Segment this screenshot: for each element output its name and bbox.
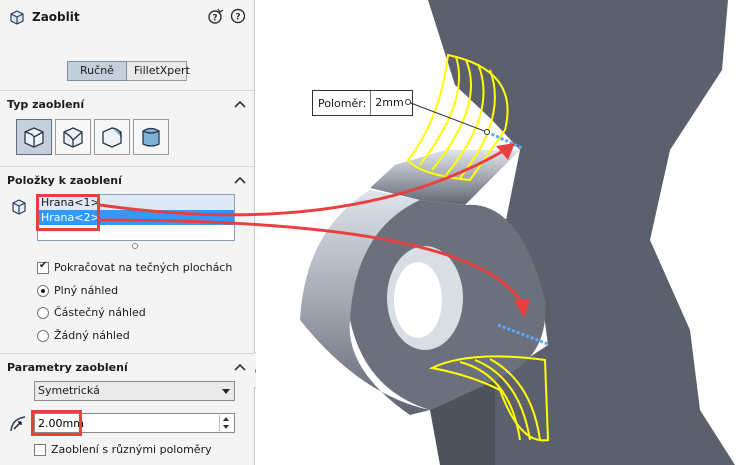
radius-callout-value[interactable]: 2mm: [370, 91, 412, 115]
partial-preview-option[interactable]: Částečný náhled: [37, 306, 146, 319]
no-preview-radio[interactable]: [37, 329, 49, 342]
section-divider: [0, 90, 254, 91]
partial-preview-radio[interactable]: [37, 306, 49, 319]
section-title-params: Parametry zaoblení: [7, 361, 128, 374]
mode-tabs: Ručně FilletXpert: [67, 61, 190, 81]
highlight-radius: [31, 410, 82, 436]
tangent-propagation-option[interactable]: Pokračovat na tečných plochách: [37, 260, 233, 274]
edge-selection-icon: [12, 199, 26, 215]
full-preview-label: Plný náhled: [54, 284, 119, 297]
multi-radius-checkbox[interactable]: [34, 443, 46, 456]
collapse-chevron-icon[interactable]: [234, 363, 246, 371]
variable-radius-fillet-icon: [63, 127, 83, 148]
model-hole-inner: [394, 262, 442, 338]
help-icon[interactable]: ?: [208, 8, 224, 24]
radius-callout[interactable]: Poloměr: 2mm: [312, 90, 414, 116]
fillet-method-value: Symetrická: [38, 384, 100, 397]
fillet-method-select[interactable]: Symetrická: [34, 381, 235, 401]
section-divider: [0, 166, 254, 167]
radius-icon: [10, 416, 26, 432]
section-title-type: Typ zaoblení: [7, 98, 85, 111]
feature-title-row: Zaoblit ? ?: [8, 6, 248, 28]
increment-arrow-icon[interactable]: [220, 415, 233, 423]
face-fillet-icon: [102, 127, 122, 148]
variable-radius-button[interactable]: [55, 119, 91, 155]
full-preview-option[interactable]: Plný náhled: [37, 284, 118, 297]
radius-callout-key: Poloměr:: [318, 96, 367, 110]
decrement-arrow-icon[interactable]: [220, 423, 233, 431]
tab-filletxpert[interactable]: FilletXpert: [127, 61, 190, 81]
property-manager-panel: Zaoblit ? ? Ručně FilletXpert Typ zaoble…: [0, 0, 255, 465]
svg-text:?: ?: [212, 14, 217, 24]
fillet-type-buttons: [16, 119, 169, 155]
svg-text:?: ?: [235, 13, 240, 23]
tangent-propagation-label: Pokračovat na tečných plochách: [54, 261, 233, 274]
tab-manual[interactable]: Ručně: [67, 61, 127, 81]
partial-preview-label: Částečný náhled: [54, 306, 146, 319]
highlight-edges: [36, 194, 100, 231]
about-help-icon[interactable]: ?: [230, 8, 246, 24]
feature-title: Zaoblit: [32, 10, 80, 24]
multi-radius-label: Zaoblení s různými poloměry: [51, 443, 212, 456]
full-round-fillet-icon: [142, 127, 160, 147]
section-divider: [0, 353, 254, 354]
no-preview-label: Žádný náhled: [54, 329, 130, 342]
graphics-viewport[interactable]: [256, 0, 750, 465]
multi-radius-option[interactable]: Zaoblení s různými poloměry: [34, 443, 212, 456]
full-round-fillet-button[interactable]: [133, 119, 169, 155]
section-title-items: Položky k zaoblení: [7, 174, 122, 187]
collapse-chevron-icon[interactable]: [234, 100, 246, 108]
no-preview-option[interactable]: Žádný náhled: [37, 329, 130, 342]
collapse-chevron-icon[interactable]: [234, 176, 246, 184]
constant-radius-fillet-icon: [24, 127, 44, 148]
tangent-propagation-checkbox[interactable]: [37, 260, 49, 274]
face-fillet-button[interactable]: [94, 119, 130, 155]
list-resize-handle[interactable]: [132, 243, 138, 249]
full-preview-radio[interactable]: [37, 284, 49, 297]
dropdown-arrow-icon: [222, 389, 230, 394]
constant-radius-button[interactable]: [16, 119, 52, 155]
fillet-feature-icon: [10, 10, 24, 25]
